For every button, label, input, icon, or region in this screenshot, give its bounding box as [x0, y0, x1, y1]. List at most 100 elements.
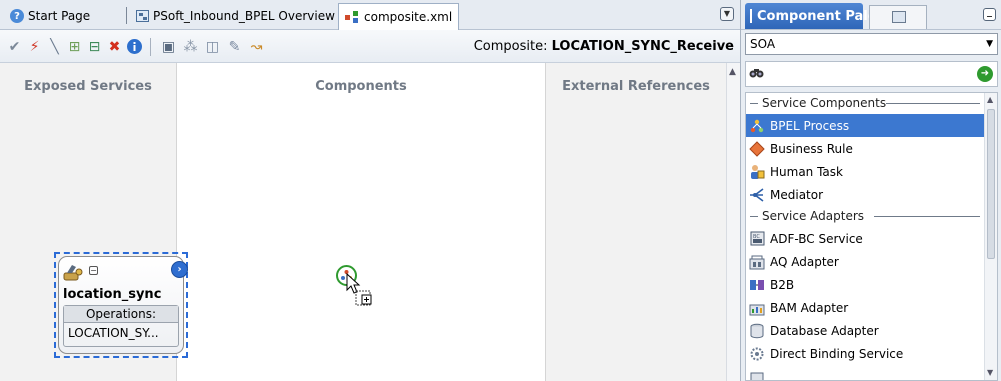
bam-adapter-icon	[749, 300, 765, 316]
palette-item-database-adapter[interactable]: Database Adapter	[746, 319, 997, 342]
palette-item-b2b[interactable]: B2B	[746, 273, 997, 296]
resource-palette-tab[interactable]	[869, 5, 927, 29]
aq-adapter-icon	[749, 254, 765, 270]
operations-label: Operations:	[64, 306, 178, 323]
section-service-adapters[interactable]: Service Adapters	[746, 206, 997, 227]
human-task-icon	[749, 164, 765, 180]
chevron-down-icon: ▼	[986, 39, 993, 49]
palette-item-label: BPEL Process	[770, 118, 850, 133]
tab-start-page[interactable]: ? Start Page	[4, 4, 96, 28]
composite-diagram[interactable]: ▲ Exposed Services Components External R…	[0, 63, 740, 381]
composite-title: Composite: LOCATION_SYNC_Receive	[474, 39, 734, 54]
wire-icon[interactable]: ⚡	[26, 38, 43, 55]
palette-item-partial	[746, 365, 997, 380]
palette-item-label: B2B	[770, 277, 795, 292]
exposed-services-heading: Exposed Services	[24, 79, 152, 94]
palette-item-label: BAM Adapter	[770, 300, 849, 315]
b2b-icon	[749, 277, 765, 293]
palette-item-label: Business Rule	[770, 141, 853, 156]
svg-text:BC: BC	[753, 234, 760, 240]
tab-label: PSoft_Inbound_BPEL Overview	[153, 9, 335, 23]
palette-item-label: Human Task	[770, 164, 843, 179]
drag-cursor-icon	[346, 273, 372, 306]
add-icon[interactable]: ⊞	[66, 38, 83, 55]
palette-item-bam-adapter[interactable]: BAM Adapter	[746, 296, 997, 319]
operation-name[interactable]: LOCATION_SY...	[64, 323, 178, 343]
tab-label: composite.xml	[364, 10, 453, 24]
business-rule-icon	[749, 140, 765, 157]
palette-item-bpel-process[interactable]: BPEL Process	[746, 114, 997, 137]
palette-icon	[750, 9, 752, 23]
section-title: Service Adapters	[762, 209, 865, 223]
adf-bc-icon: BC	[749, 231, 765, 247]
deploy-icon[interactable]: ▣	[160, 38, 177, 55]
composite-prefix: Composite:	[473, 39, 552, 54]
tab-separator	[126, 7, 127, 24]
section-service-components[interactable]: Service Components	[746, 93, 997, 114]
direct-binding-icon	[749, 346, 765, 362]
palette-item-label: Mediator	[770, 187, 824, 202]
validate-icon[interactable]: ✔	[6, 38, 23, 55]
components-heading: Components	[315, 79, 407, 94]
minimize-icon[interactable]	[983, 8, 996, 21]
scrollbar-thumb[interactable]	[987, 109, 995, 259]
bpel-process-icon	[749, 118, 765, 134]
palette-item-mediator[interactable]: Mediator	[746, 183, 997, 206]
palette-item-label: Direct Binding Service	[770, 346, 904, 361]
mediator-icon	[749, 187, 765, 203]
palette-item-adf-bc-service[interactable]: BC ADF-BC Service	[746, 227, 997, 250]
overview-icon	[136, 10, 149, 22]
editor-tab-bar: ? Start Page PSoft_Inbound_BPEL Overview…	[0, 0, 740, 30]
palette-category-value: SOA	[750, 37, 776, 51]
go-search-icon[interactable]: ➜	[977, 66, 993, 82]
palette-tab[interactable]: Component Pale...	[745, 3, 891, 29]
external-references-heading: External References	[562, 79, 710, 94]
section-title: Service Components	[762, 96, 887, 110]
palette-item-direct-binding[interactable]: Direct Binding Service	[746, 342, 997, 365]
palette-item-label: ADF-BC Service	[770, 231, 863, 246]
section-rule	[886, 103, 980, 104]
remove-icon[interactable]: ⊟	[86, 38, 103, 55]
tab-label: Start Page	[28, 9, 91, 23]
palette-item-business-rule[interactable]: Business Rule	[746, 137, 997, 160]
composite-toolbar: ✔ ⚡ ╲ ⊞ ⊟ ✖ ▣ ⁂ ◫ ✎ ↝ Composite: LOCATIO…	[0, 30, 740, 63]
scroll-down-icon[interactable]: ▼	[987, 368, 993, 377]
palette-category-select[interactable]: SOA ▼	[745, 33, 998, 55]
scroll-up-icon[interactable]: ▲	[729, 67, 736, 77]
database-adapter-icon	[749, 323, 765, 339]
resource-palette-icon	[892, 11, 906, 23]
service-name: location_sync	[63, 287, 162, 302]
component-palette: Component Pale... SOA ▼ ➜ Service Compon…	[740, 0, 1001, 381]
palette-tab-bar: Component Pale...	[741, 0, 1001, 30]
palette-item-label: AQ Adapter	[770, 254, 839, 269]
service-icon	[63, 263, 85, 281]
diagram-scrollbar[interactable]: ▲	[726, 63, 740, 381]
external-references-lane[interactable]	[546, 63, 726, 381]
toolbar-separator	[150, 38, 151, 56]
delete-icon[interactable]: ✖	[106, 38, 123, 55]
components-lane[interactable]	[176, 63, 546, 381]
tree-icon[interactable]: ⁂	[182, 38, 199, 55]
test-icon[interactable]: ↝	[248, 38, 265, 55]
refresh-icon[interactable]: ◫	[204, 38, 221, 55]
composite-name: LOCATION_SYNC_Receive	[551, 39, 734, 54]
palette-item-aq-adapter[interactable]: AQ Adapter	[746, 250, 997, 273]
edit-icon[interactable]: ✎	[226, 38, 243, 55]
palette-search-field[interactable]: ➜	[745, 61, 998, 87]
palette-scrollbar[interactable]: ▲ ▼	[984, 93, 997, 380]
collapse-icon[interactable]: −	[89, 266, 98, 275]
binoculars-icon	[749, 67, 764, 83]
operations-box: Operations: LOCATION_SY...	[63, 305, 179, 347]
tab-overview[interactable]: PSoft_Inbound_BPEL Overview	[126, 4, 341, 28]
tab-list-dropdown[interactable]: ▼	[720, 7, 734, 21]
scroll-up-icon[interactable]: ▲	[987, 95, 993, 104]
info-icon[interactable]	[126, 38, 143, 55]
line-icon[interactable]: ╲	[46, 38, 63, 55]
help-icon: ?	[10, 9, 24, 23]
service-card[interactable]: − › location_sync Operations: LOCATION_S…	[58, 256, 188, 354]
service-arrow-icon[interactable]: ›	[171, 261, 188, 278]
partial-icon	[749, 369, 765, 380]
palette-item-label: Database Adapter	[770, 323, 879, 338]
palette-item-human-task[interactable]: Human Task	[746, 160, 997, 183]
tab-composite[interactable]: composite.xml	[338, 3, 460, 30]
